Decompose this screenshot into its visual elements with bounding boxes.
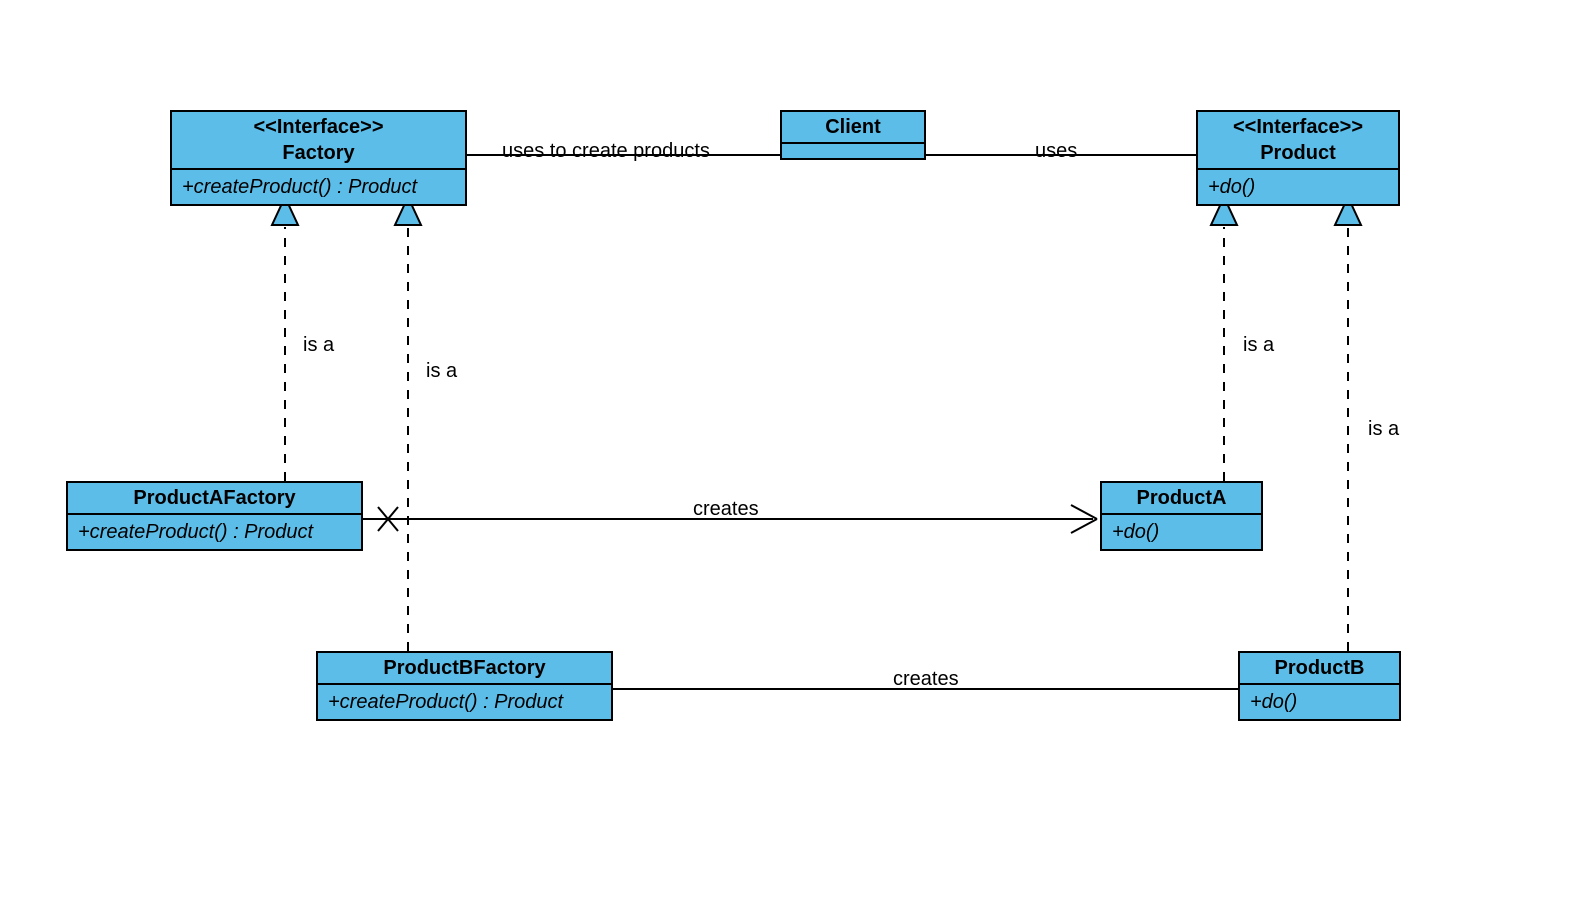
label-creates-b: creates <box>893 668 959 691</box>
class-product-a-factory-method: +createProduct() : Product <box>68 515 361 549</box>
class-product-a-header: ProductA <box>1102 483 1261 515</box>
class-product-b: ProductB +do() <box>1238 651 1401 721</box>
label-is-a-factory-a: is a <box>303 334 334 357</box>
label-uses: uses <box>1035 140 1077 163</box>
class-product-header: <<Interface>> Product <box>1198 112 1398 170</box>
uml-canvas: <<Interface>> Factory +createProduct() :… <box>0 0 1594 914</box>
class-factory-header: <<Interface>> Factory <box>172 112 465 170</box>
class-client-header: Client <box>782 112 924 144</box>
class-product-b-factory-method: +createProduct() : Product <box>318 685 611 719</box>
class-product-b-factory-header: ProductBFactory <box>318 653 611 685</box>
class-client: Client <box>780 110 926 160</box>
class-product-a-factory-header: ProductAFactory <box>68 483 361 515</box>
class-product-b-method: +do() <box>1240 685 1399 719</box>
class-factory: <<Interface>> Factory +createProduct() :… <box>170 110 467 206</box>
class-name: Factory <box>180 140 457 166</box>
class-product: <<Interface>> Product +do() <box>1196 110 1400 206</box>
class-name: Product <box>1206 140 1390 166</box>
stereotype-label: <<Interface>> <box>180 114 457 140</box>
class-product-a-factory: ProductAFactory +createProduct() : Produ… <box>66 481 363 551</box>
class-product-a-method: +do() <box>1102 515 1261 549</box>
label-is-a-product-b: is a <box>1368 418 1399 441</box>
class-product-b-factory: ProductBFactory +createProduct() : Produ… <box>316 651 613 721</box>
class-client-body <box>782 144 924 158</box>
class-product-method: +do() <box>1198 170 1398 204</box>
label-is-a-product-a: is a <box>1243 334 1274 357</box>
label-is-a-factory-b: is a <box>426 360 457 383</box>
label-uses-create: uses to create products <box>502 140 710 163</box>
class-product-b-header: ProductB <box>1240 653 1399 685</box>
label-creates-a: creates <box>693 498 759 521</box>
class-product-a: ProductA +do() <box>1100 481 1263 551</box>
stereotype-label: <<Interface>> <box>1206 114 1390 140</box>
class-factory-method: +createProduct() : Product <box>172 170 465 204</box>
